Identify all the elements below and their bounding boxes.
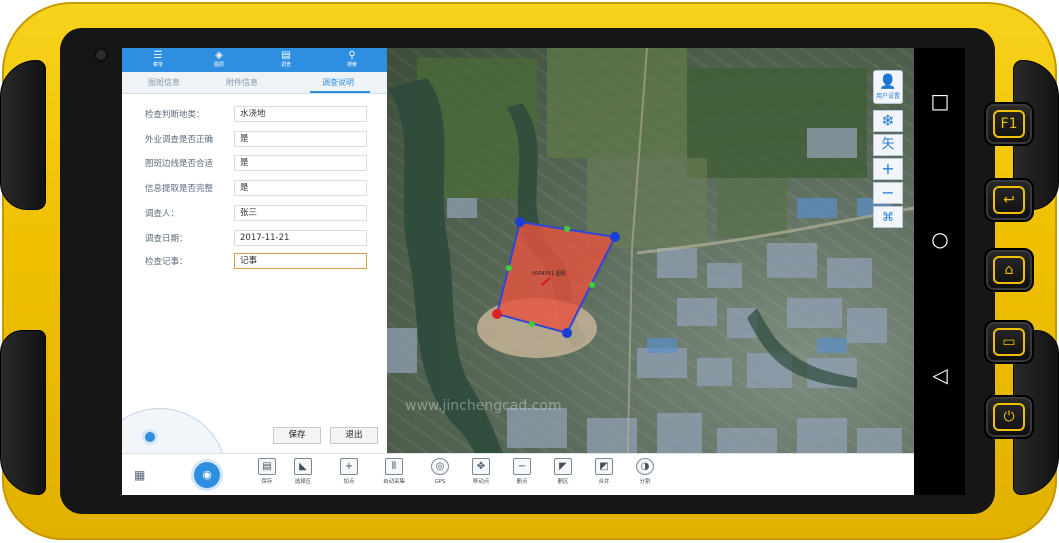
tab-parcel-info[interactable]: 图斑信息 [148, 77, 180, 88]
left-bumper-bottom [0, 330, 46, 495]
delete-area-icon: ◤ [554, 458, 572, 475]
tool-gps[interactable]: ◎ GPS [425, 458, 455, 485]
tab-attachment-info[interactable]: 附件信息 [226, 77, 258, 88]
tool-split[interactable]: ◑ 分割 [630, 458, 660, 485]
tool-move-point[interactable]: ✥ 移动点 [466, 458, 496, 485]
save-icon: ▤ [258, 458, 276, 475]
layers-icon: ◈ [215, 50, 223, 61]
back-arrow-icon: ↩ [993, 186, 1025, 214]
android-nav-bar: □ ○ ◁ [914, 48, 965, 495]
survey-button[interactable]: ▤ 调查 [266, 50, 306, 68]
form-row-info-complete: 信息提取是否完整 是 [122, 178, 387, 198]
split-icon: ◑ [636, 458, 654, 475]
form-row-notes: 检查记事： 记事 [122, 251, 387, 271]
map-view[interactable]: 5004551 图斑 www.jinchengcad.com 👤 用户设置 ❄ … [387, 48, 914, 495]
power-key[interactable]: ⏻ [984, 395, 1034, 439]
auto-collect-icon: ⦀ [385, 458, 403, 475]
form-row-boundary: 图斑边线是否合适 是 [122, 153, 387, 173]
survey-date-field[interactable]: 2017-11-21 [234, 230, 367, 246]
user-settings-button[interactable]: 👤 用户设置 [873, 70, 903, 104]
form-row-land-type: 检查判断地类： 水浇地 [122, 104, 387, 124]
menu-icon: ☰ [153, 50, 163, 61]
apps-grid-icon[interactable]: ▦ [134, 468, 148, 482]
field-correct-field[interactable]: 是 [234, 131, 367, 147]
tab-survey-notes[interactable]: 调查说明 [322, 77, 354, 88]
front-camera [96, 50, 106, 60]
tool-delete-area[interactable]: ◤ 删区 [548, 458, 578, 485]
merge-icon: ◩ [595, 458, 613, 475]
back-triangle-icon[interactable]: ◁ [928, 364, 952, 386]
app-screen: 5004551 图斑 www.jinchengcad.com 👤 用户设置 ❄ … [122, 48, 914, 495]
menu-button[interactable]: ☰ 菜单 [138, 50, 178, 68]
notes-field[interactable]: 记事 [234, 253, 367, 269]
tool-save[interactable]: ▤ 保存 [252, 458, 282, 485]
save-button[interactable]: 保存 [273, 427, 321, 444]
f1-key[interactable]: F1 [984, 102, 1034, 146]
search-icon: ⚲ [348, 50, 356, 61]
home-key[interactable]: ⌂ [984, 248, 1034, 292]
layers-button[interactable]: ◈ 图层 [199, 50, 239, 68]
active-tab-indicator [310, 91, 370, 93]
move-point-icon: ✥ [472, 458, 490, 475]
home-icon: ⌂ [993, 256, 1025, 284]
zoom-in-button[interactable]: + [873, 158, 903, 180]
fullscreen-button[interactable]: ⌘ [873, 206, 903, 228]
tool-merge[interactable]: ◩ 合并 [589, 458, 619, 485]
back-key[interactable]: ↩ [984, 178, 1034, 222]
map-watermark: www.jinchengcad.com [405, 398, 562, 414]
tool-auto-collect[interactable]: ⦀ 自动采集 [379, 458, 409, 485]
gps-icon: ◎ [431, 458, 449, 475]
form-row-field-correct: 外业调查是否正确 是 [122, 129, 387, 149]
boundary-field[interactable]: 是 [234, 155, 367, 171]
tool-delete-point[interactable]: − 删点 [507, 458, 537, 485]
form-row-surveyor: 调查人： 张三 [122, 203, 387, 223]
land-type-field[interactable]: 水浇地 [234, 106, 367, 122]
satellite-map [387, 48, 914, 495]
top-menu-bar: ☰ 菜单 ◈ 图层 ▤ 调查 ⚲ 搜索 [122, 48, 387, 72]
left-bumper-top [0, 60, 46, 210]
search-button[interactable]: ⚲ 搜索 [332, 50, 372, 68]
surveyor-field[interactable]: 张三 [234, 205, 367, 221]
recent-apps-icon[interactable]: □ [928, 90, 952, 112]
info-tabs: 图斑信息 附件信息 调查说明 [122, 72, 387, 94]
tool-select-area[interactable]: ◣ 选择区 [288, 458, 318, 485]
vector-button[interactable]: 矢 [873, 134, 903, 156]
camera-button[interactable]: ◉ [194, 462, 220, 488]
delete-point-icon: − [513, 458, 531, 475]
add-point-icon: + [340, 458, 358, 475]
power-icon: ⏻ [993, 403, 1025, 431]
tool-add-point[interactable]: + 加点 [334, 458, 364, 485]
edit-toolbar: ▦ ◉ ▤ 保存 ◣ 选择区 + 加点 ⦀ 自动采集 ◎ GPS ✥ 移动点 −… [122, 453, 914, 495]
menu-rect-icon: ▭ [993, 328, 1025, 356]
survey-icon: ▤ [281, 50, 291, 61]
feature-label: 5004551 图斑 [532, 271, 566, 277]
snowflake-button[interactable]: ❄ [873, 110, 903, 132]
user-icon: 👤 [879, 74, 897, 90]
form-row-date: 调查日期： 2017-11-21 [122, 228, 387, 248]
location-dot-icon[interactable] [145, 432, 155, 442]
home-circle-icon[interactable]: ○ [928, 228, 952, 250]
info-complete-field[interactable]: 是 [234, 180, 367, 196]
select-area-icon: ◣ [294, 458, 312, 475]
exit-button[interactable]: 退出 [330, 427, 378, 444]
zoom-out-button[interactable]: − [873, 182, 903, 204]
camera-icon: ◉ [202, 468, 212, 481]
menu-key[interactable]: ▭ [984, 320, 1034, 364]
